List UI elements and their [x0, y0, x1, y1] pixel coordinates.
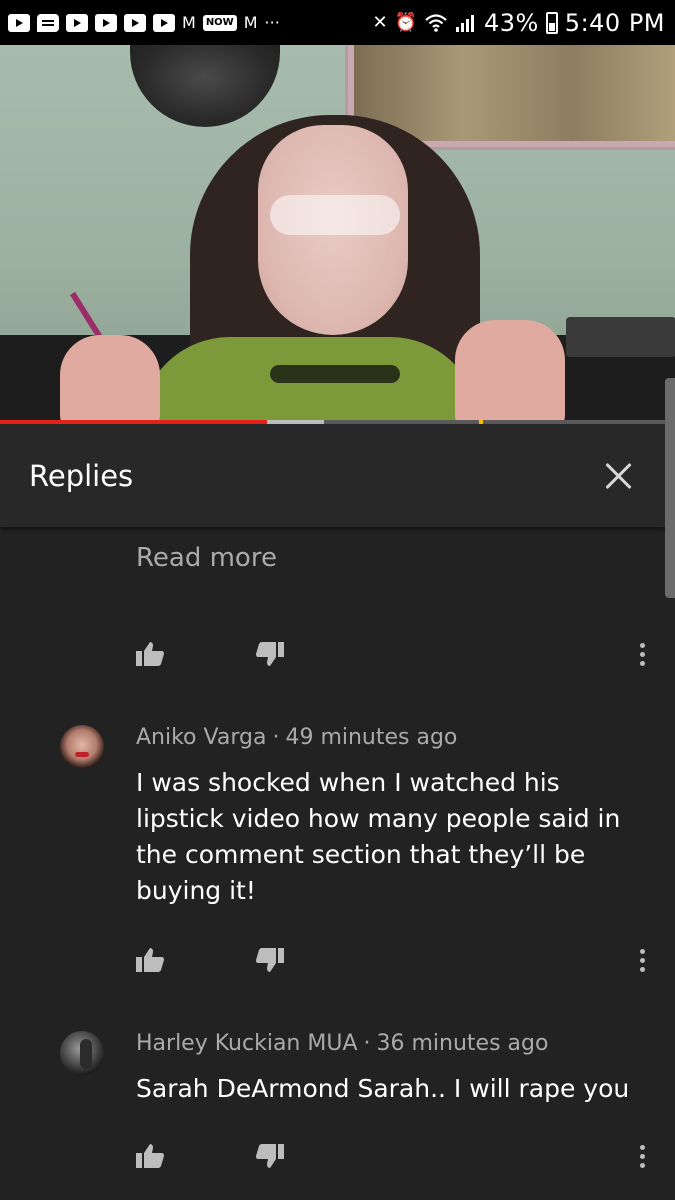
meta-separator: ·: [272, 725, 280, 750]
gmail-notification-icon: M: [182, 13, 196, 32]
replies-list[interactable]: Read more Aniko Varga · 49 minutes ago I w…: [0, 527, 665, 1200]
replies-header: Replies: [0, 424, 665, 527]
comment-actions: [0, 634, 665, 674]
dislike-icon[interactable]: [250, 634, 290, 674]
comment-actions: [0, 1136, 665, 1176]
truncated-comment-text: [136, 527, 536, 529]
comment-text: I was shocked when I watched his lipstic…: [136, 768, 621, 905]
wifi-icon: [425, 13, 447, 32]
meta-separator: ·: [363, 1031, 371, 1056]
like-icon[interactable]: [130, 940, 170, 980]
youtube-notification-icon: [95, 13, 117, 32]
now-badge-icon: NOW: [202, 14, 237, 31]
like-icon[interactable]: [130, 1136, 170, 1176]
youtube-notification-icon: [66, 13, 88, 32]
comment-time: 36 minutes ago: [376, 1031, 549, 1056]
system-icons: ✕ ⏰ 43% 5:40 PM: [372, 9, 665, 37]
scrollbar[interactable]: [665, 378, 675, 598]
notification-icons: M NOW M ···: [8, 13, 280, 32]
message-notification-icon: [37, 13, 59, 32]
battery-percent: 43%: [483, 8, 539, 37]
video-frame-laptop: [566, 317, 675, 357]
youtube-notification-icon: [124, 13, 146, 32]
overflow-notifications-icon: ···: [264, 13, 280, 32]
video-frame-left-hand: [60, 335, 160, 425]
comment-time: 49 minutes ago: [285, 725, 458, 750]
mute-icon: ✕: [372, 11, 388, 33]
battery-icon: [545, 11, 558, 34]
video-frame-concealer: [270, 195, 400, 235]
comment-actions: [0, 940, 665, 980]
replies-title: Replies: [29, 458, 134, 493]
avatar[interactable]: [60, 725, 104, 769]
signal-icon: [455, 14, 474, 32]
clock: 5:40 PM: [564, 8, 665, 37]
read-more-link[interactable]: Read more: [136, 543, 277, 573]
more-vert-icon[interactable]: [622, 940, 662, 980]
dislike-icon[interactable]: [250, 1136, 290, 1176]
comment-meta: Harley Kuckian MUA · 36 minutes ago: [136, 1031, 548, 1056]
video-player[interactable]: [0, 45, 675, 425]
comment-text: Sarah DeArmond Sarah.. I will rape you: [136, 1074, 630, 1103]
gmail-notification-icon: M: [243, 13, 258, 32]
youtube-notification-icon: [8, 13, 30, 32]
more-vert-icon[interactable]: [622, 1136, 662, 1176]
dislike-icon[interactable]: [250, 940, 290, 980]
more-vert-icon[interactable]: [622, 634, 662, 674]
status-bar: M NOW M ··· ✕ ⏰ 43% 5:40 PM: [0, 0, 675, 45]
like-icon[interactable]: [130, 634, 170, 674]
comment-author[interactable]: Harley Kuckian MUA: [136, 1031, 358, 1056]
comment-author[interactable]: Aniko Varga: [136, 725, 266, 750]
youtube-notification-icon: [153, 13, 175, 32]
avatar[interactable]: [60, 1031, 104, 1075]
comment-meta: Aniko Varga · 49 minutes ago: [136, 725, 457, 750]
close-icon[interactable]: [601, 459, 635, 493]
video-frame-shirt-band: [270, 365, 400, 383]
alarm-icon: ⏰: [394, 11, 417, 33]
video-frame-right-hand: [455, 320, 565, 425]
